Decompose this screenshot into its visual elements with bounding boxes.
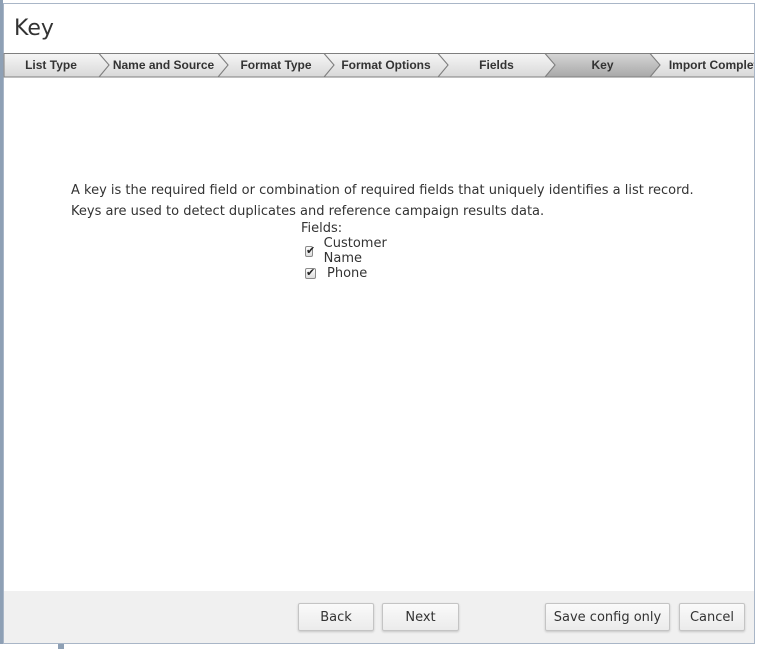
wizard-step-format-type[interactable]: Format Type	[228, 53, 324, 78]
next-button[interactable]: Next	[382, 603, 459, 631]
wizard-step-import-complete[interactable]: Import Complete	[660, 53, 754, 78]
wizard-step-list-type[interactable]: List Type	[3, 53, 99, 78]
cancel-button[interactable]: Cancel	[679, 603, 745, 631]
phone-label: Phone	[327, 265, 368, 281]
wizard-step-key[interactable]: Key	[555, 53, 650, 78]
description-line-2: Keys are used to detect duplicates and r…	[71, 204, 545, 219]
field-row-customer-name[interactable]: ✔ Customer Name	[305, 236, 390, 266]
wizard-dialog	[3, 3, 755, 644]
description-line-1: A key is the required field or combinati…	[71, 183, 694, 198]
window-bottom-edge	[0, 644, 758, 649]
checkmark-icon: ✔	[306, 265, 316, 279]
checkmark-icon: ✔	[306, 243, 316, 257]
customer-name-checkbox[interactable]: ✔	[305, 243, 316, 257]
page-title: Key	[14, 16, 54, 41]
key-description: A key is the required field or combinati…	[71, 180, 694, 222]
customer-name-label: Customer Name	[323, 236, 387, 266]
wizard-step-fields[interactable]: Fields	[448, 53, 545, 78]
wizard-step-format-options[interactable]: Format Options	[334, 53, 438, 78]
phone-checkbox[interactable]: ✔	[305, 265, 316, 279]
save-config-only-button[interactable]: Save config only	[545, 603, 670, 631]
wizard-step-name-and-source[interactable]: Name and Source	[109, 53, 218, 78]
back-button[interactable]: Back	[298, 603, 374, 631]
wizard-steps: List Type Name and Source Format Type Fo…	[3, 53, 754, 78]
field-row-phone[interactable]: ✔ Phone	[305, 264, 367, 282]
fields-label: Fields:	[301, 221, 343, 236]
